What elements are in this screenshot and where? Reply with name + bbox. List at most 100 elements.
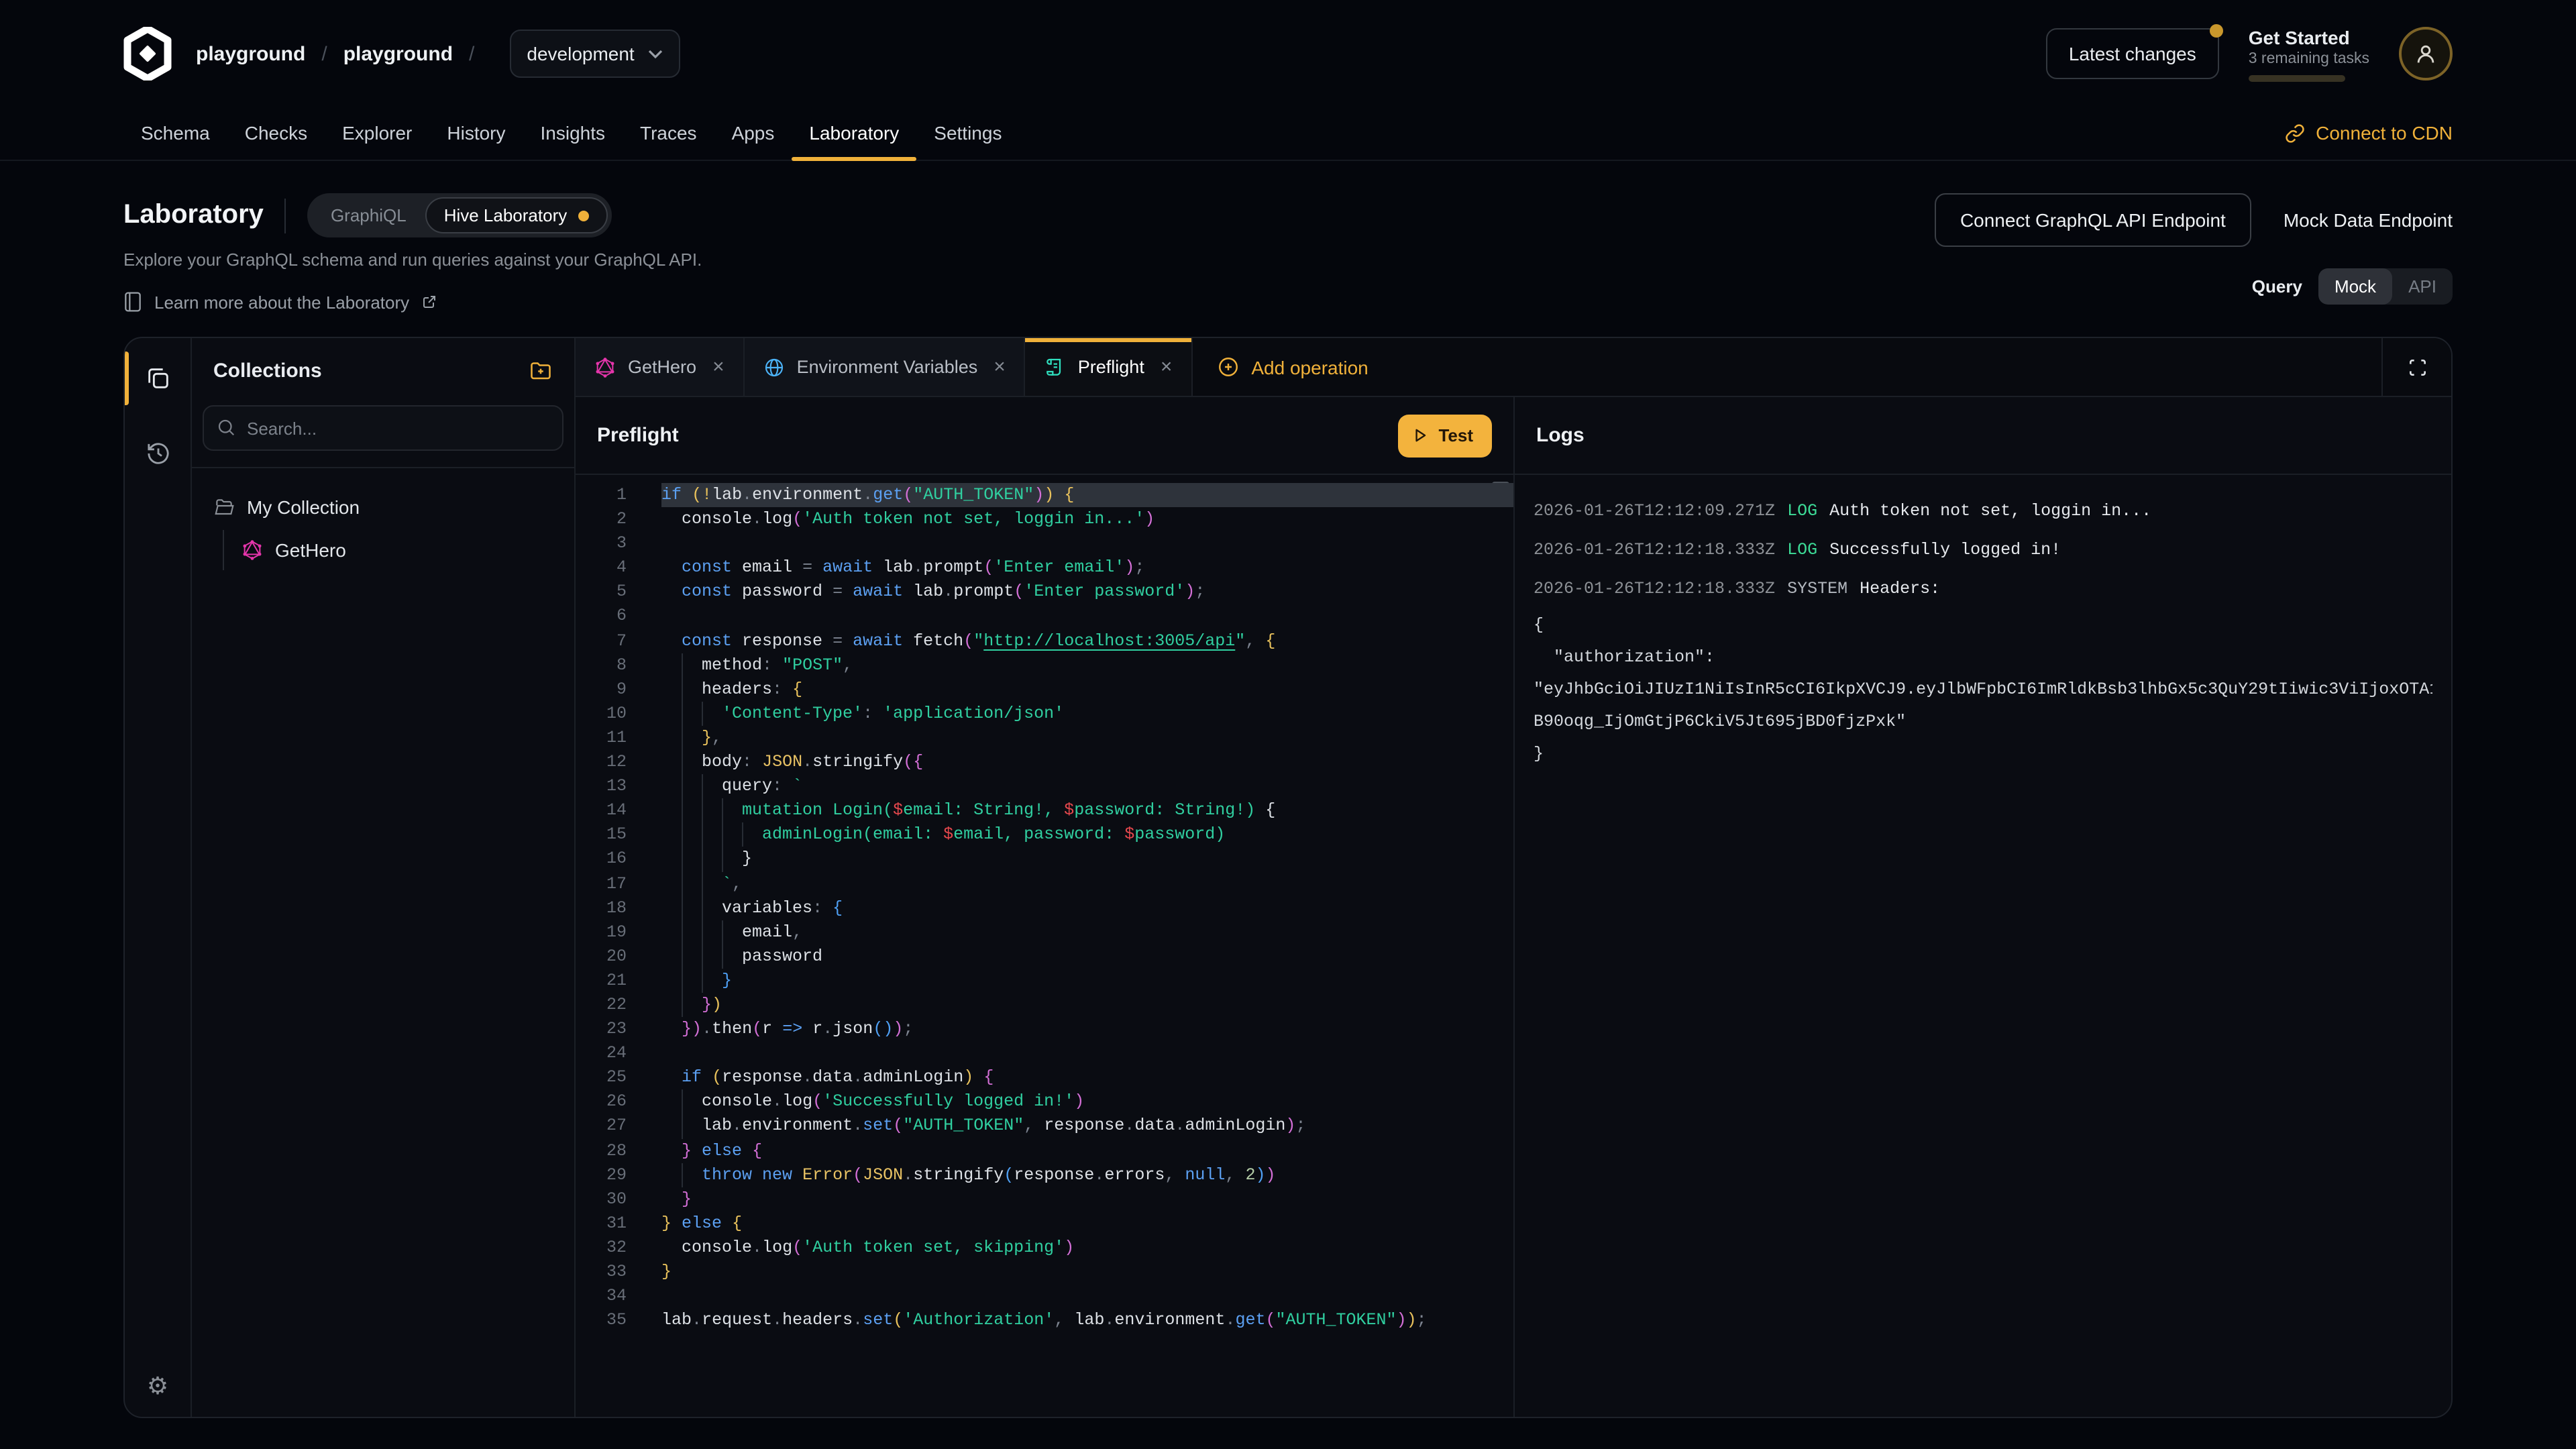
line-number: 16 bbox=[576, 847, 627, 871]
laboratory-workspace: ⚙ Collections bbox=[123, 337, 2453, 1418]
line-number: 27 bbox=[576, 1114, 627, 1138]
nav-item-apps[interactable]: Apps bbox=[714, 105, 792, 161]
line-number: 7 bbox=[576, 629, 627, 653]
mock-endpoint-button[interactable]: Mock Data Endpoint bbox=[2284, 209, 2453, 231]
mode-option-graphiql[interactable]: GraphiQL bbox=[312, 197, 425, 233]
rail-history-button[interactable] bbox=[125, 432, 191, 475]
latest-changes-button[interactable]: Latest changes bbox=[2046, 28, 2219, 79]
learn-more-link[interactable]: Learn more about the Laboratory bbox=[123, 291, 702, 313]
connect-endpoint-button[interactable]: Connect GraphQL API Endpoint bbox=[1935, 193, 2251, 247]
line-number: 14 bbox=[576, 798, 627, 822]
laboratory-page: playground / playground / development La… bbox=[0, 0, 2576, 1449]
code-line: 8 method: "POST", bbox=[576, 653, 1513, 677]
indent-guide bbox=[702, 945, 703, 969]
indent-guide bbox=[682, 1114, 683, 1138]
line-content bbox=[661, 531, 1513, 555]
get-started-widget[interactable]: Get Started 3 remaining tasks bbox=[2249, 26, 2369, 81]
hive-logo-icon bbox=[123, 27, 172, 80]
indent-guide bbox=[682, 1090, 683, 1114]
tab-environment-variables[interactable]: Environment Variables × bbox=[745, 338, 1026, 396]
avatar[interactable] bbox=[2399, 27, 2453, 80]
close-icon[interactable]: × bbox=[712, 357, 724, 377]
fullscreen-button[interactable] bbox=[2381, 338, 2451, 396]
indent-guide bbox=[682, 823, 683, 847]
line-number: 35 bbox=[576, 1308, 627, 1332]
line-number: 15 bbox=[576, 823, 627, 847]
line-content: email, bbox=[661, 920, 1513, 944]
nav-item-settings[interactable]: Settings bbox=[916, 105, 1019, 161]
settings-gear-button[interactable]: ⚙ bbox=[147, 1373, 168, 1401]
line-number: 5 bbox=[576, 580, 627, 604]
test-button[interactable]: Test bbox=[1398, 414, 1492, 457]
line-content: adminLogin(email: $email, password: $pas… bbox=[661, 823, 1513, 847]
search-input[interactable] bbox=[203, 405, 564, 451]
code-line: 18 variables: { bbox=[576, 896, 1513, 920]
query-option-api[interactable]: API bbox=[2392, 268, 2453, 305]
code-line: 5 const password = await lab.prompt('Ent… bbox=[576, 580, 1513, 604]
log-level: LOG bbox=[1787, 502, 1817, 521]
connect-cdn-label: Connect to CDN bbox=[2316, 122, 2453, 144]
code-line: 27 lab.environment.set("AUTH_TOKEN", res… bbox=[576, 1114, 1513, 1138]
indent-guide bbox=[702, 969, 703, 993]
indent-guide bbox=[682, 726, 683, 750]
tab-label: Environment Variables bbox=[797, 357, 978, 377]
log-json-line: { bbox=[1534, 609, 2432, 641]
line-number: 19 bbox=[576, 920, 627, 944]
tab-preflight[interactable]: Preflight× bbox=[1026, 338, 1193, 396]
tab-label: GetHero bbox=[628, 357, 696, 377]
mode-option-hive-laboratory[interactable]: Hive Laboratory bbox=[425, 197, 608, 233]
indent-guide bbox=[722, 945, 723, 969]
fullscreen-icon bbox=[2406, 356, 2428, 378]
nav-item-schema[interactable]: Schema bbox=[123, 105, 227, 161]
close-icon[interactable]: × bbox=[994, 357, 1006, 377]
line-content: console.log('Auth token set, skipping') bbox=[661, 1236, 1513, 1260]
code-line: 16 } bbox=[576, 847, 1513, 871]
user-icon bbox=[2412, 40, 2439, 67]
line-content: headers: { bbox=[661, 678, 1513, 702]
code-line: 3 bbox=[576, 531, 1513, 555]
rail-collections-button[interactable] bbox=[125, 357, 191, 400]
line-content: variables: { bbox=[661, 896, 1513, 920]
line-number: 18 bbox=[576, 896, 627, 920]
nav-item-traces[interactable]: Traces bbox=[623, 105, 714, 161]
nav-item-laboratory[interactable]: Laboratory bbox=[792, 105, 916, 161]
line-content: mutation Login($email: String!, $passwor… bbox=[661, 798, 1513, 822]
nav-item-history[interactable]: History bbox=[429, 105, 523, 161]
collection-folder-item[interactable]: My Collection bbox=[213, 487, 574, 527]
query-option-mock[interactable]: Mock bbox=[2318, 268, 2392, 305]
log-message: Auth token not set, loggin in... bbox=[1829, 502, 2151, 521]
nav-item-explorer[interactable]: Explorer bbox=[325, 105, 429, 161]
target-select[interactable]: development bbox=[509, 30, 680, 78]
connect-cdn-link[interactable]: Connect to CDN bbox=[2285, 122, 2453, 144]
add-operation-label: Add operation bbox=[1251, 356, 1368, 378]
tab-gethero[interactable]: GetHero × bbox=[576, 338, 745, 396]
log-timestamp: 2026-01-26T12:12:18.333Z bbox=[1534, 580, 1775, 598]
nav-item-insights[interactable]: Insights bbox=[523, 105, 623, 161]
indent-guide bbox=[682, 653, 683, 677]
indent-guide bbox=[702, 920, 703, 944]
code-line: 20 password bbox=[576, 945, 1513, 969]
nav-item-checks[interactable]: Checks bbox=[227, 105, 325, 161]
line-content: } bbox=[661, 1187, 1513, 1211]
line-content: body: JSON.stringify({ bbox=[661, 750, 1513, 774]
log-level: SYSTEM bbox=[1787, 580, 1847, 598]
log-json-line: B90oqg_IjOmGtjP6CkiV5Jt695jBD0fjzPxk" bbox=[1534, 706, 2432, 738]
line-number: 23 bbox=[576, 1017, 627, 1041]
code-line: 1if (!lab.environment.get("AUTH_TOKEN"))… bbox=[576, 483, 1513, 507]
logs-output[interactable]: 2026-01-26T12:12:09.271ZLOGAuth token no… bbox=[1515, 475, 2451, 1417]
line-content: throw new Error(JSON.stringify(response.… bbox=[661, 1163, 1513, 1187]
line-number: 4 bbox=[576, 556, 627, 580]
breadcrumb-org[interactable]: playground bbox=[196, 42, 305, 65]
breadcrumb-project[interactable]: playground bbox=[343, 42, 453, 65]
line-number: 30 bbox=[576, 1187, 627, 1211]
close-icon[interactable]: × bbox=[1161, 357, 1173, 377]
code-line: 34 bbox=[576, 1284, 1513, 1308]
code-editor[interactable]: 1if (!lab.environment.get("AUTH_TOKEN"))… bbox=[576, 475, 1513, 1417]
indent-guide bbox=[682, 969, 683, 993]
collection-operation-item[interactable]: GetHero bbox=[224, 530, 574, 570]
folder-plus-icon[interactable] bbox=[529, 358, 553, 382]
code-line: 4 const email = await lab.prompt('Enter … bbox=[576, 556, 1513, 580]
get-started-title: Get Started bbox=[2249, 26, 2369, 48]
add-operation-button[interactable]: Add operation bbox=[1192, 338, 1392, 396]
chevron-down-icon bbox=[648, 49, 663, 58]
